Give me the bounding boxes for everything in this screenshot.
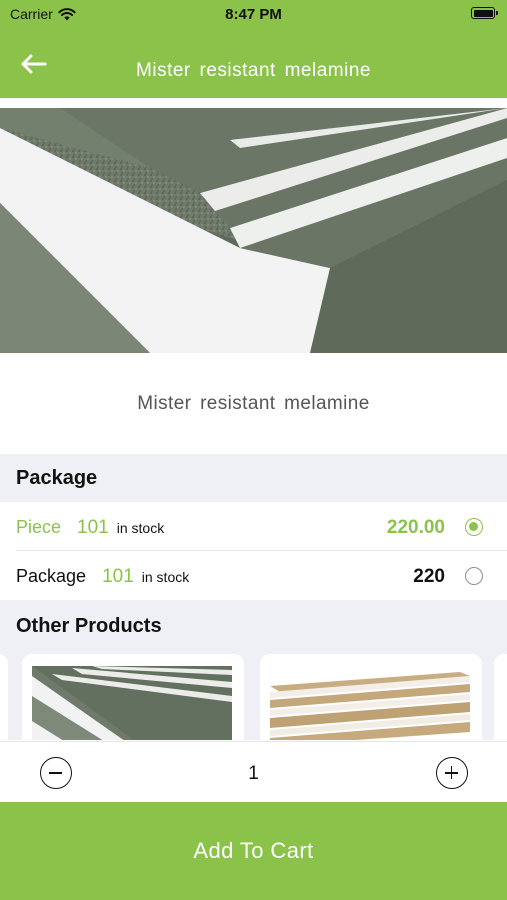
status-bar: Carrier 8:47 PM — [0, 0, 507, 30]
quantity-value: 1 — [248, 763, 259, 784]
product-detail-screen: Carrier 8:47 PM Mister resistant melamin… — [0, 0, 507, 900]
arrow-left-icon — [21, 54, 47, 74]
page-title: Mister resistant melamine — [136, 60, 371, 81]
option-radio-selected[interactable] — [465, 518, 483, 536]
product-card[interactable] — [260, 654, 482, 740]
quantity-stepper: 1 — [0, 741, 507, 802]
option-stock-label: in stock — [141, 569, 190, 585]
navigation-bar: Mister resistant melamine — [0, 30, 507, 98]
product-name: Mister resistant melamine — [137, 393, 370, 414]
other-products-carousel[interactable] — [0, 648, 507, 740]
product-card[interactable] — [494, 654, 507, 740]
package-section-header: Package — [0, 454, 507, 502]
increment-button[interactable] — [436, 757, 468, 789]
option-label-group: Piece 101 in stock — [16, 517, 164, 539]
product-thumbnail — [270, 666, 470, 740]
product-image — [0, 108, 507, 353]
other-products-title: Other Products — [16, 615, 162, 637]
option-radio[interactable] — [465, 567, 483, 585]
product-thumbnail — [32, 666, 232, 740]
clock: 8:47 PM — [225, 6, 282, 23]
option-price: 220 — [413, 566, 445, 587]
option-stock-label: in stock — [116, 520, 165, 536]
battery-icon — [471, 7, 498, 19]
product-card[interactable] — [0, 654, 8, 740]
option-label-group: Package 101 in stock — [16, 566, 189, 588]
option-quantity: 101 — [77, 517, 109, 538]
package-option-package[interactable]: Package 101 in stock 220 — [0, 552, 507, 600]
package-section-title: Package — [16, 467, 98, 489]
product-card[interactable] — [22, 654, 244, 740]
option-name: Package — [16, 566, 87, 586]
package-option-piece[interactable]: Piece 101 in stock 220.00 — [0, 503, 507, 551]
option-price: 220.00 — [386, 517, 445, 538]
add-to-cart-button[interactable]: Add To Cart — [0, 802, 507, 900]
option-name: Piece — [16, 517, 62, 537]
option-quantity: 101 — [102, 566, 134, 587]
back-button[interactable] — [18, 52, 50, 76]
other-products-header: Other Products — [0, 600, 507, 648]
